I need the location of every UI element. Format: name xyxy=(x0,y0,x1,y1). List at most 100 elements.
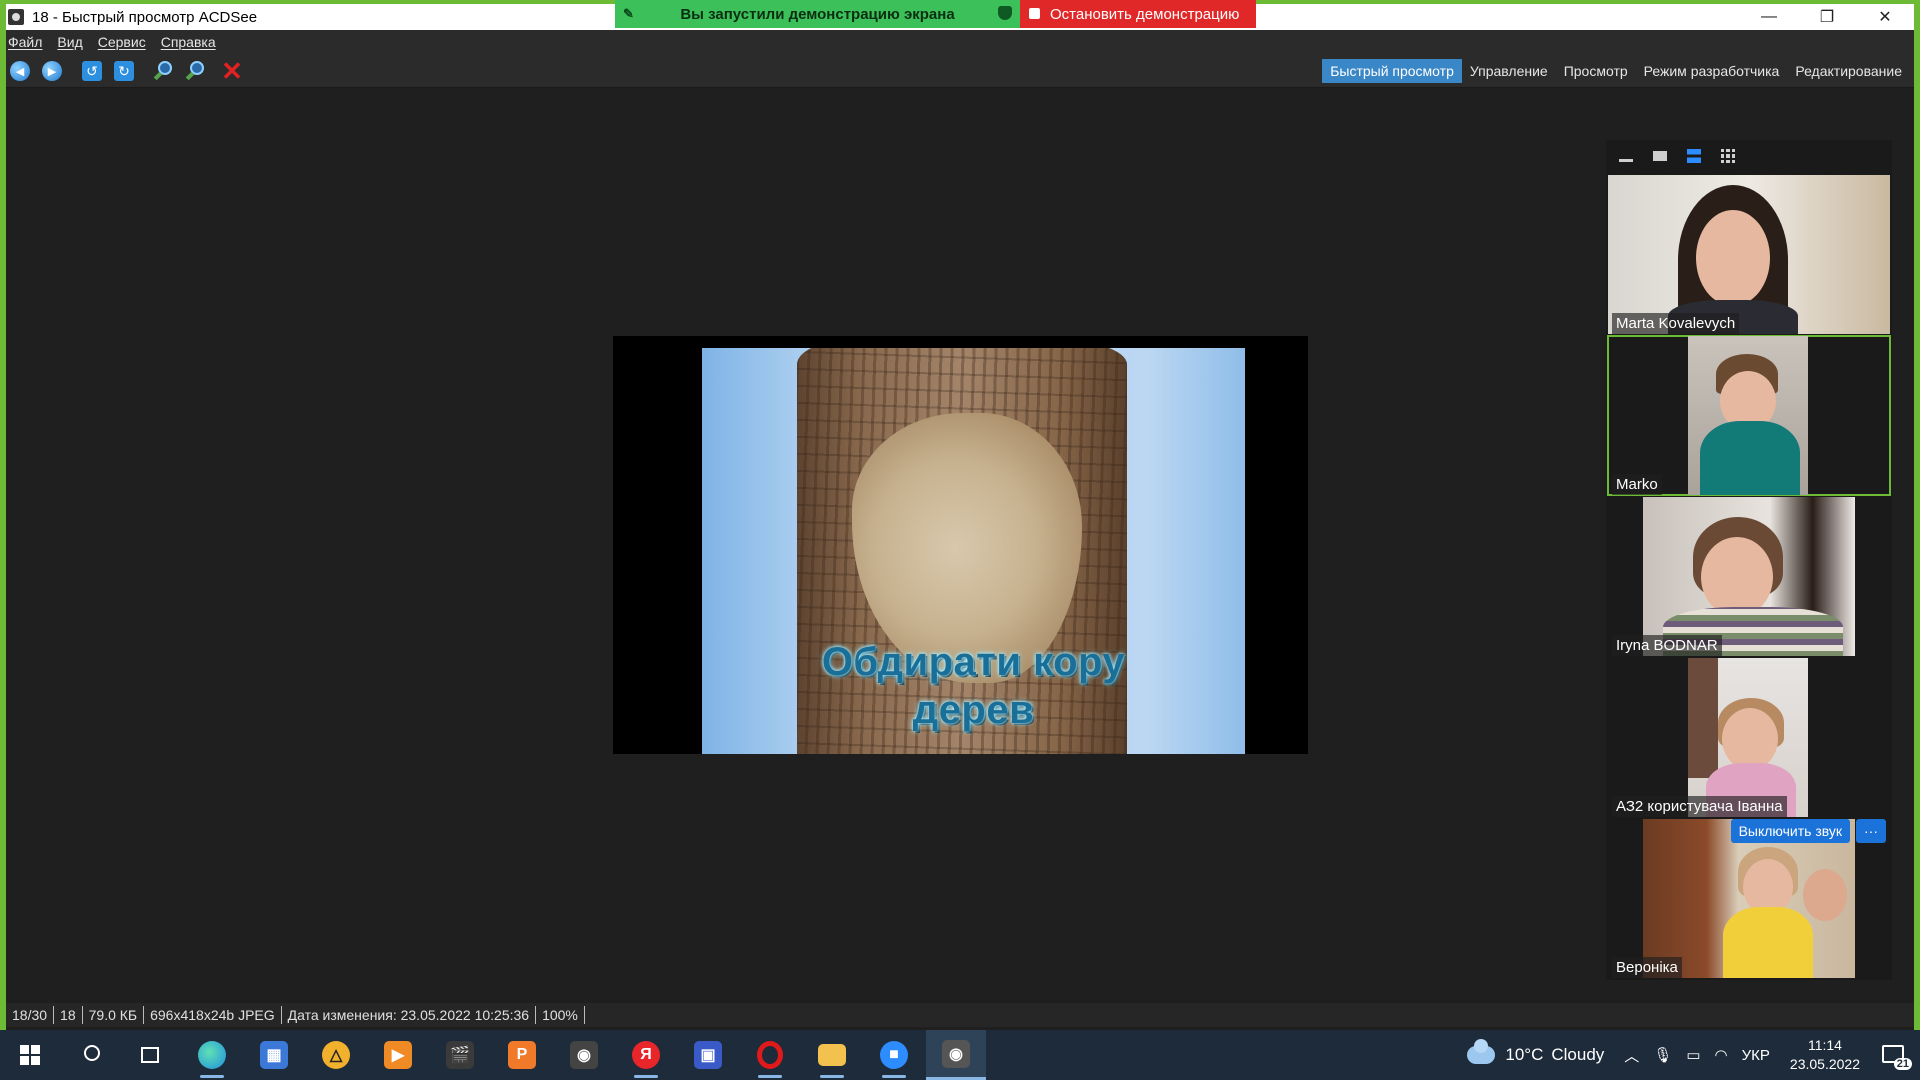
image-frame: Обдирати кору дерев xyxy=(613,336,1308,754)
taskbar-pdf[interactable]: P xyxy=(492,1030,552,1080)
participant-tile[interactable]: АЗ2 користувача Іванна xyxy=(1608,658,1890,817)
tree-bark-photo: Обдирати кору дерев xyxy=(702,348,1245,754)
menu-tools[interactable]: Сервис xyxy=(98,34,146,50)
mode-manage[interactable]: Управление xyxy=(1462,59,1556,83)
participant-tile[interactable]: Вероніка Выключить звук ··· xyxy=(1608,819,1890,978)
close-button[interactable]: ✕ xyxy=(1856,4,1914,30)
taskbar-acdsee-active[interactable]: ◉ xyxy=(926,1030,986,1080)
annotate-icon[interactable]: ✎ xyxy=(623,6,637,21)
taskbar-edge[interactable] xyxy=(182,1030,242,1080)
zoom-in-icon xyxy=(153,61,174,81)
rotate-right-button[interactable]: ↻ xyxy=(112,59,136,83)
rotate-right-icon: ↻ xyxy=(114,61,134,81)
camera-icon: ◉ xyxy=(570,1041,598,1069)
minimize-video-button[interactable] xyxy=(1616,148,1636,164)
search-button[interactable] xyxy=(60,1030,120,1080)
rotate-left-button[interactable]: ↺ xyxy=(80,59,104,83)
system-tray: 10°C Cloudy ︿ 🎙 ▭ ◠ УКР 11:14 23.05.2022… xyxy=(1467,1030,1920,1080)
status-modified: Дата изменения: 23.05.2022 10:25:36 xyxy=(282,1006,537,1024)
taskbar-save-app[interactable]: ▣ xyxy=(678,1030,738,1080)
mute-participant-button[interactable]: Выключить звук xyxy=(1730,819,1850,843)
chevron-up-icon[interactable]: ︿ xyxy=(1624,1045,1639,1066)
stop-icon xyxy=(1029,8,1040,19)
delete-icon: ✕ xyxy=(221,56,243,86)
share-status-text: Вы запустили демонстрацию экрана xyxy=(680,5,955,23)
weather-temp: 10°C xyxy=(1505,1045,1544,1064)
grid-view-button[interactable] xyxy=(1718,148,1738,164)
rotate-left-icon: ↺ xyxy=(82,61,102,81)
taskbar-zoom[interactable]: ■ xyxy=(864,1030,924,1080)
menu-help[interactable]: Справка xyxy=(161,34,216,50)
image-caption: Обдирати кору дерев xyxy=(702,638,1245,734)
taskbar-app-triangle[interactable]: △ xyxy=(306,1030,366,1080)
participant-video xyxy=(1688,336,1808,495)
mode-view[interactable]: Просмотр xyxy=(1556,59,1636,83)
mode-quick-view[interactable]: Быстрый просмотр xyxy=(1322,59,1462,83)
opera-icon xyxy=(757,1041,783,1069)
participant-video xyxy=(1608,175,1890,334)
restore-button[interactable]: ❐ xyxy=(1798,4,1856,30)
participant-name: Marko xyxy=(1612,474,1662,495)
speaker-view-button[interactable] xyxy=(1650,148,1670,164)
weather-widget[interactable]: 10°C Cloudy xyxy=(1467,1039,1604,1065)
minimize-button[interactable]: — xyxy=(1740,4,1798,30)
taskbar-store[interactable]: ▦ xyxy=(244,1030,304,1080)
menu-file[interactable]: Файл xyxy=(8,34,42,50)
taskbar-explorer[interactable] xyxy=(802,1030,862,1080)
status-filesize: 79.0 КБ xyxy=(83,1006,145,1024)
notification-count: 21 xyxy=(1893,1058,1912,1070)
taskbar-media-player[interactable]: ▶ xyxy=(368,1030,428,1080)
participant-name: АЗ2 користувача Іванна xyxy=(1612,796,1787,817)
taskbar-yandex[interactable]: Я xyxy=(616,1030,676,1080)
clock[interactable]: 11:14 23.05.2022 xyxy=(1790,1036,1860,1074)
task-view-button[interactable] xyxy=(120,1030,180,1080)
zoom-in-button[interactable] xyxy=(152,59,176,83)
cloud-icon xyxy=(1467,1039,1496,1064)
mode-edit[interactable]: Редактирование xyxy=(1787,59,1910,83)
toolbar: ◀ ▶ ↺ ↻ ✕ Быстрый просмотр Управление Пр… xyxy=(6,54,1914,88)
start-button[interactable] xyxy=(0,1030,60,1080)
taskbar-video-editor[interactable]: 🎬 xyxy=(430,1030,490,1080)
share-status[interactable]: ✎ Вы запустили демонстрацию экрана xyxy=(615,0,1020,28)
window-controls: — ❐ ✕ xyxy=(1740,4,1914,30)
media-player-icon: ▶ xyxy=(384,1041,412,1069)
status-dimensions: 696x418x24b JPEG xyxy=(144,1006,282,1024)
acdsee-app-icon xyxy=(8,9,24,25)
task-view-icon xyxy=(141,1047,159,1063)
menu-view[interactable]: Вид xyxy=(57,34,82,50)
caption-line-2: дерев xyxy=(912,688,1035,732)
battery-icon[interactable]: ▭ xyxy=(1686,1046,1700,1064)
taskbar-acdsee-2[interactable]: ◉ xyxy=(554,1030,614,1080)
zoom-out-button[interactable] xyxy=(184,59,208,83)
back-button[interactable]: ◀ xyxy=(8,59,32,83)
participant-tile[interactable]: Iryna BODNAR xyxy=(1608,497,1890,656)
participant-tile-active-speaker[interactable]: Marko xyxy=(1607,335,1891,496)
strip-view-button[interactable] xyxy=(1684,148,1704,164)
menu-bar: Файл Вид Сервис Справка xyxy=(6,30,1914,54)
back-icon: ◀ xyxy=(10,61,30,81)
microphone-icon[interactable]: 🎙 xyxy=(1653,1046,1672,1064)
language-indicator[interactable]: УКР xyxy=(1742,1047,1770,1064)
participant-video xyxy=(1688,658,1808,817)
delete-button[interactable]: ✕ xyxy=(220,56,244,86)
participant-tile[interactable]: Marta Kovalevych xyxy=(1608,175,1890,334)
share-banner: ✎ Вы запустили демонстрацию экрана Остан… xyxy=(615,0,1256,28)
stop-share-label: Остановить демонстрацию xyxy=(1050,5,1240,23)
caption-line-1: Обдирати кору xyxy=(821,640,1126,684)
acdsee-icon: ◉ xyxy=(942,1039,970,1068)
participant-name: Вероніка xyxy=(1612,957,1682,978)
stop-share-button[interactable]: Остановить демонстрацию xyxy=(1020,0,1256,28)
notification-center-button[interactable]: 21 xyxy=(1878,1040,1912,1070)
wifi-icon[interactable]: ◠ xyxy=(1715,1046,1728,1064)
mode-developer[interactable]: Режим разработчика xyxy=(1636,59,1788,83)
strip-view-icon xyxy=(1687,149,1701,163)
participant-gallery: Marta Kovalevych Marko Iryna BODNAR АЗ2 … xyxy=(1606,140,1892,980)
more-options-button[interactable]: ··· xyxy=(1856,819,1886,843)
edge-icon xyxy=(198,1041,226,1069)
shield-icon xyxy=(998,6,1012,20)
floppy-icon: ▣ xyxy=(694,1041,722,1069)
forward-button[interactable]: ▶ xyxy=(40,59,64,83)
taskbar-opera[interactable] xyxy=(740,1030,800,1080)
image-viewer[interactable]: Обдирати кору дерев xyxy=(6,89,1606,999)
participant-video xyxy=(1643,497,1855,656)
